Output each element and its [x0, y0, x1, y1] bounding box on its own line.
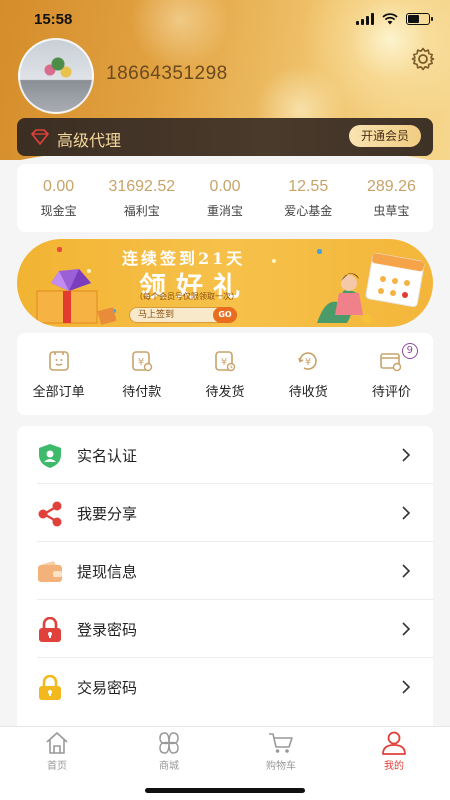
balance-value: 31692.52: [108, 178, 176, 195]
menu-label: 登录密码: [77, 621, 138, 639]
mall-icon: [159, 732, 179, 754]
balance-value: 289.26: [366, 178, 416, 195]
tab-mall[interactable]: 商城: [139, 731, 199, 772]
calendar-girl-illustration: [317, 253, 425, 324]
gear-icon[interactable]: [410, 46, 436, 72]
diamond-icon: [31, 129, 49, 145]
tab-cart[interactable]: 购物车: [251, 731, 311, 772]
status-bar: 15:58: [0, 0, 450, 44]
menu-item-share[interactable]: 我要分享: [17, 484, 433, 542]
agent-level-label: 高级代理: [57, 131, 122, 150]
chevron-right-icon: [402, 506, 411, 520]
menu-item-real-name[interactable]: 实名认证: [17, 426, 433, 484]
pending-shipment-icon: ¥: [215, 351, 236, 372]
wallet-icon: [38, 561, 62, 582]
review-count-badge: 9: [401, 343, 418, 359]
pending-review-icon: [380, 353, 402, 372]
pending-receipt-icon: ¥: [298, 352, 317, 370]
balance-label: 现金宝: [40, 204, 77, 218]
svg-text:¥: ¥: [221, 357, 227, 368]
order-pending-receipt[interactable]: ¥ 待收货: [267, 333, 350, 415]
status-icons: [356, 13, 433, 25]
open-membership-button[interactable]: 开通会员: [348, 125, 421, 147]
balance-cordyceps[interactable]: 289.26 虫草宝: [350, 164, 433, 232]
chevron-right-icon: [402, 622, 411, 636]
order-pending-payment-label: 待付款: [122, 385, 162, 400]
chevron-right-icon: [402, 448, 411, 462]
svg-text:¥: ¥: [305, 357, 311, 368]
balance-charity-fund[interactable]: 12.55 爱心基金: [267, 164, 350, 232]
order-pending-receipt-label: 待收货: [288, 385, 328, 400]
balance-cash[interactable]: 0.00 现金宝: [17, 164, 100, 232]
go-badge: GO: [213, 307, 237, 323]
menu-item-trade-password[interactable]: 交易密码: [17, 658, 433, 716]
account-menu: 实名认证 我要分享 提现信息 登录密码 交易密码: [17, 426, 433, 726]
order-all[interactable]: 全部订单: [17, 333, 100, 415]
balance-reconsume[interactable]: 0.00 重消宝: [183, 164, 266, 232]
order-shortcuts: 全部订单 ¥ 待付款 ¥ 待发货 ¥ 待收货 9 待评价: [17, 333, 433, 415]
chevron-right-icon: [402, 564, 411, 578]
chevron-right-icon: [402, 680, 411, 694]
order-pending-shipment-label: 待发货: [205, 385, 245, 400]
order-pending-shipment[interactable]: ¥ 待发货: [183, 333, 266, 415]
share-icon: [38, 501, 62, 527]
menu-label: 提现信息: [77, 563, 138, 581]
tab-profile[interactable]: 我的: [364, 731, 424, 772]
all-orders-icon: [48, 351, 69, 371]
order-all-label: 全部订单: [32, 385, 85, 400]
balance-value: 12.55: [288, 178, 329, 195]
verified-shield-icon: [39, 444, 61, 468]
order-pending-review-label: 待评价: [371, 385, 411, 400]
order-pending-review[interactable]: 9 待评价: [350, 333, 433, 415]
balance-value: 0.00: [43, 178, 75, 195]
wifi-icon: [382, 13, 398, 25]
profile-icon: [382, 731, 406, 755]
checkin-banner[interactable]: 连续签到21天 领好礼 （每个会员号仅限领取一次） 马上签到 GO: [17, 239, 433, 327]
battery-icon: [406, 13, 433, 25]
lock-icon: [39, 617, 61, 642]
balance-label: 福利宝: [123, 204, 160, 218]
balance-label: 重消宝: [207, 204, 244, 218]
agent-level-bar: 高级代理 开通会员: [17, 118, 433, 156]
lock-icon: [39, 675, 61, 700]
gift-box-icon: [36, 269, 117, 325]
menu-label: 实名认证: [77, 447, 138, 465]
tab-label: 商城: [159, 761, 179, 772]
menu-label: 我要分享: [77, 505, 138, 523]
balance-card: 0.00 现金宝 31692.52 福利宝 0.00 重消宝 12.55 爱心基…: [17, 164, 433, 232]
balance-value: 0.00: [209, 178, 241, 195]
checkin-now-label: 马上签到: [138, 310, 175, 320]
home-indicator: [145, 788, 305, 793]
menu-label: 交易密码: [77, 679, 138, 697]
balance-label: 爱心基金: [284, 204, 333, 218]
menu-item-withdrawal-info[interactable]: 提现信息: [17, 542, 433, 600]
order-pending-payment[interactable]: ¥ 待付款: [100, 333, 183, 415]
home-icon: [46, 732, 68, 754]
user-phone: 18664351298: [106, 63, 228, 84]
tab-label: 我的: [384, 761, 404, 772]
signal-icon: [356, 13, 374, 25]
banner-subtitle: （每个会员号仅限领取一次）: [135, 292, 239, 301]
cart-icon: [269, 733, 293, 753]
balance-welfare[interactable]: 31692.52 福利宝: [100, 164, 183, 232]
balance-label: 虫草宝: [373, 204, 410, 218]
tab-label: 首页: [47, 761, 67, 772]
tab-home[interactable]: 首页: [27, 731, 87, 772]
status-time: 15:58: [34, 11, 73, 28]
svg-text:¥: ¥: [138, 357, 144, 368]
pending-payment-icon: ¥: [131, 351, 152, 372]
menu-item-login-password[interactable]: 登录密码: [17, 600, 433, 658]
avatar[interactable]: [18, 38, 94, 114]
tab-label: 购物车: [266, 761, 296, 772]
checkin-now-button[interactable]: 马上签到 GO: [129, 307, 237, 323]
